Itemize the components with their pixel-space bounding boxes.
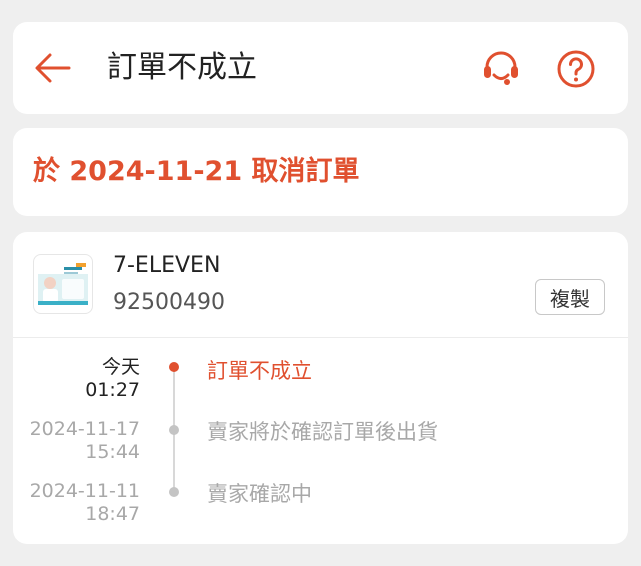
copy-button[interactable]: 複製 <box>535 279 605 315</box>
timeline-event-3: 賣家確認中 <box>207 482 312 506</box>
help-button[interactable] <box>556 49 596 89</box>
timeline-date-1: 今天 01:27 <box>85 356 140 401</box>
timeline-dot-current <box>169 362 179 372</box>
timeline-date-3: 2024-11-11 18:47 <box>29 480 140 525</box>
product-thumbnail <box>33 254 93 314</box>
question-icon <box>557 50 595 88</box>
cancel-notice-text: 於 2024-11-21 取消訂單 <box>33 156 360 187</box>
page-title: 訂單不成立 <box>107 50 257 85</box>
timeline-date-2: 2024-11-17 15:44 <box>29 418 140 463</box>
cancel-notice: 於 2024-11-21 取消訂單 <box>13 128 628 216</box>
timeline-dot-3 <box>169 487 179 497</box>
arrow-left-icon <box>35 53 71 83</box>
store-name: 7-ELEVEN <box>113 253 221 278</box>
divider <box>13 337 628 338</box>
timeline-event-2: 賣家將於確認訂單後出貨 <box>207 420 438 444</box>
timeline-dot-2 <box>169 425 179 435</box>
shipment-card: 7-ELEVEN 92500490 複製 今天 01:27 訂單不成立 2024… <box>13 232 628 544</box>
tracking-number: 92500490 <box>113 290 225 315</box>
headset-icon <box>484 51 518 85</box>
back-button[interactable] <box>33 48 73 88</box>
header-bar: 訂單不成立 <box>13 22 628 114</box>
support-button[interactable] <box>481 48 521 88</box>
timeline-event-1: 訂單不成立 <box>207 359 312 383</box>
